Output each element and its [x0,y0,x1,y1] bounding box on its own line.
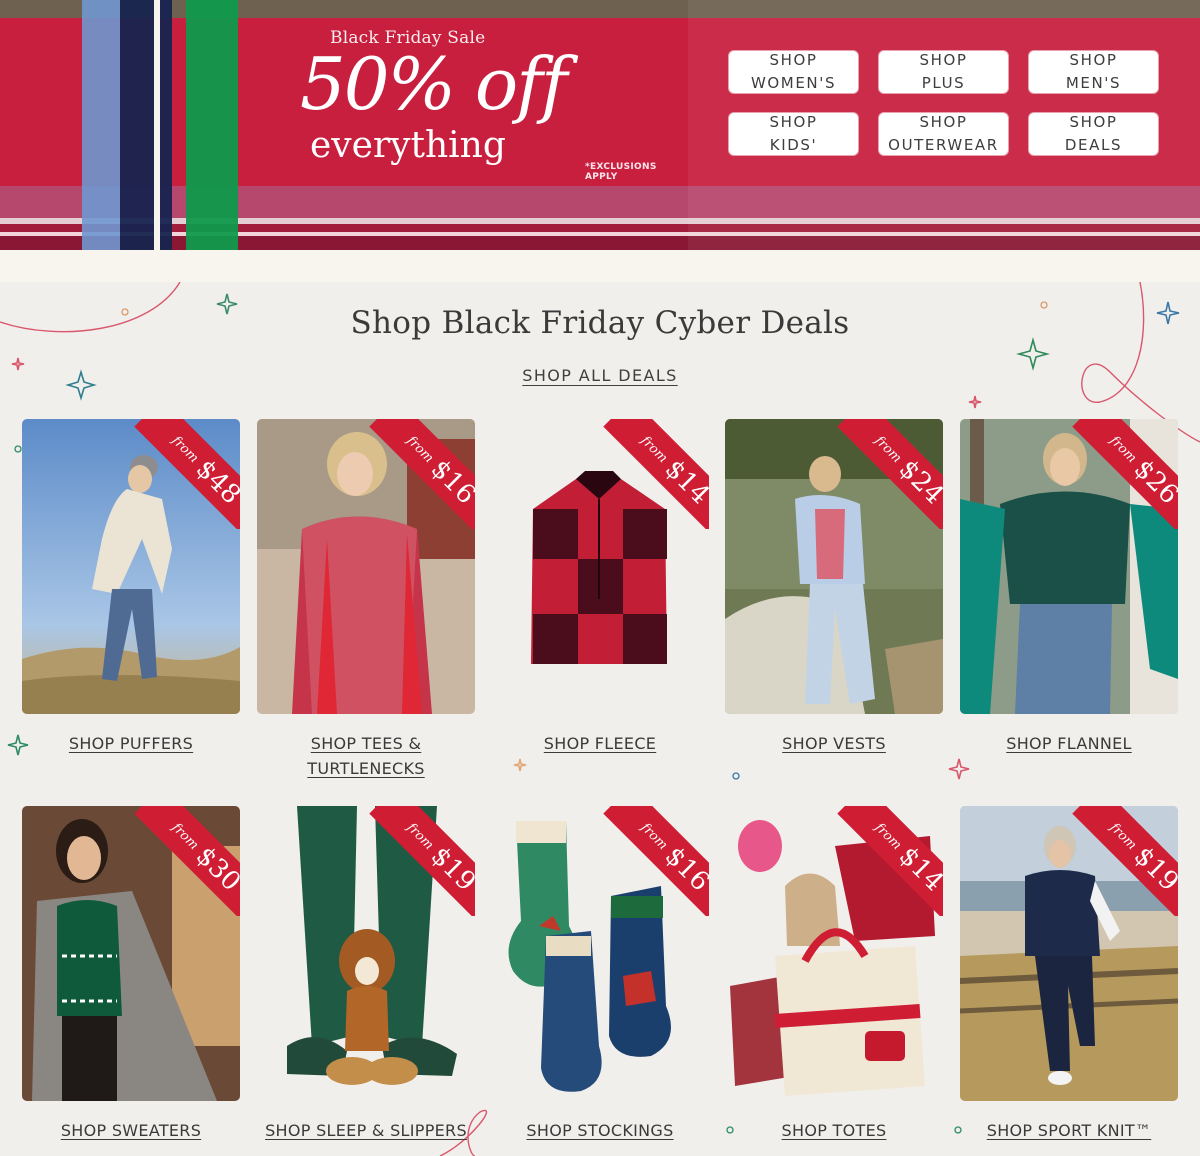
shop-fleece-link[interactable]: SHOP FLEECE [471,731,729,756]
price-value: $19 [1127,840,1178,898]
flannel-shirt-photo[interactable]: from$26 [960,419,1178,714]
discount-subheadline: everything [310,125,506,166]
needlepoint-stockings-photo[interactable]: from$16 [491,806,709,1101]
plaid-stripe-green [186,0,238,250]
dot-icon [732,772,740,780]
price-from-label: from [403,820,437,854]
price-ribbon: from$16 [599,806,709,916]
price-from-label: from [403,433,437,467]
price-ribbon: from$30 [130,806,240,916]
price-value: $14 [892,840,943,898]
banner-divider [0,250,1200,282]
shop-kids-button[interactable]: SHOP KIDS' [728,112,859,156]
deal-card-sport-knit[interactable]: from$19 SHOP SPORT KNIT™ [960,806,1178,1140]
price-ribbon: from$26 [1068,419,1178,529]
price-ribbon: from$48 [130,419,240,529]
price-ribbon: from$14 [599,419,709,529]
price-from-label: from [168,433,202,467]
deal-card-flannel[interactable]: from$26 SHOP FLANNEL [960,419,1178,753]
shop-deals-button[interactable]: SHOP DEALS [1028,112,1159,156]
deals-header: Shop Black Friday Cyber Deals [0,305,1200,341]
black-friday-banner[interactable]: Black Friday Sale 50% off everything *EX… [0,0,1200,250]
shop-plus-button[interactable]: SHOP PLUS [878,50,1009,94]
shop-vests-link[interactable]: SHOP VESTS [705,731,963,756]
exclusions-note: *EXCLUSIONS APPLY [585,162,657,182]
price-from-label: from [168,820,202,854]
puffer-jacket-photo[interactable]: from$48 [22,419,240,714]
price-value: $14 [658,453,709,511]
price-from-label: from [871,433,905,467]
price-ribbon: from$24 [833,419,943,529]
price-value: $19 [424,840,475,898]
puffer-vest-photo[interactable]: from$24 [725,419,943,714]
discount-headline: 50% off [300,42,568,126]
sparkle-icon [513,758,527,772]
shop-sweaters-link[interactable]: SHOP SWEATERS [2,1118,260,1143]
shop-outerwear-button[interactable]: SHOP OUTERWEAR [878,112,1009,156]
price-from-label: from [871,820,905,854]
buffalo-check-fleece-photo[interactable]: from$14 [491,419,709,714]
price-from-label: from [637,820,671,854]
shop-sport-knit-link[interactable]: SHOP SPORT KNIT™ [940,1118,1198,1143]
deal-card-stockings[interactable]: from$16 SHOP STOCKINGS [491,806,709,1140]
slippers-puppy-photo[interactable]: from$19 [257,806,475,1101]
price-value: $48 [189,453,240,511]
fair-isle-sweater-photo[interactable]: from$30 [22,806,240,1101]
sparkle-icon [1015,336,1051,372]
deal-card-tees-turtlenecks[interactable]: from$16 SHOP TEES & TURTLENECKS [257,419,475,778]
shop-sleep-slippers-link[interactable]: SHOP SLEEP & SLIPPERS [237,1118,495,1143]
shop-puffers-link[interactable]: SHOP PUFFERS [2,731,260,756]
plaid-stripe-navy-thin [160,0,172,250]
deal-card-sleep-slippers[interactable]: from$19 SHOP SLEEP & SLIPPERS [257,806,475,1140]
plaid-stripe-blue [82,0,120,250]
plaid-turtleneck-photo[interactable]: from$16 [257,419,475,714]
price-ribbon: from$19 [1068,806,1178,916]
dot-icon [14,445,22,453]
price-value: $16 [658,840,709,898]
shop-all-deals-link-wrap: SHOP ALL DEALS [0,366,1200,385]
shop-flannel-link[interactable]: SHOP FLANNEL [940,731,1198,756]
price-from-label: from [1106,820,1140,854]
shop-totes-link[interactable]: SHOP TOTES [705,1118,963,1143]
shop-stockings-link[interactable]: SHOP STOCKINGS [471,1118,729,1143]
price-from-label: from [1106,433,1140,467]
price-value: $16 [424,453,475,511]
price-value: $26 [1127,453,1178,511]
shop-mens-button[interactable]: SHOP MEN'S [1028,50,1159,94]
page-title: Shop Black Friday Cyber Deals [350,305,850,341]
price-ribbon: from$14 [833,806,943,916]
deal-card-puffers[interactable]: from$48 SHOP PUFFERS [22,419,240,753]
plaid-stripe-navy [120,0,154,250]
price-value: $30 [189,840,240,898]
price-ribbon: from$16 [365,419,475,529]
price-ribbon: from$19 [365,806,475,916]
tote-bag-photo[interactable]: from$14 [725,806,943,1101]
deal-card-vests[interactable]: from$24 SHOP VESTS [725,419,943,753]
deal-card-fleece[interactable]: from$14 SHOP FLEECE [491,419,709,753]
price-from-label: from [637,433,671,467]
deal-card-totes[interactable]: from$14 SHOP TOTES [725,806,943,1140]
shop-all-deals-link[interactable]: SHOP ALL DEALS [522,366,677,385]
sport-knit-photo[interactable]: from$19 [960,806,1178,1101]
price-value: $24 [892,453,943,511]
shop-womens-button[interactable]: SHOP WOMEN'S [728,50,859,94]
sale-headline: Black Friday Sale 50% off everything *EX… [240,20,690,186]
sparkle-icon [968,395,982,409]
deal-card-sweaters[interactable]: from$30 SHOP SWEATERS [22,806,240,1140]
sparkle-icon [948,758,970,780]
shop-tees-turtlenecks-link[interactable]: SHOP TEES & TURTLENECKS [237,731,495,781]
